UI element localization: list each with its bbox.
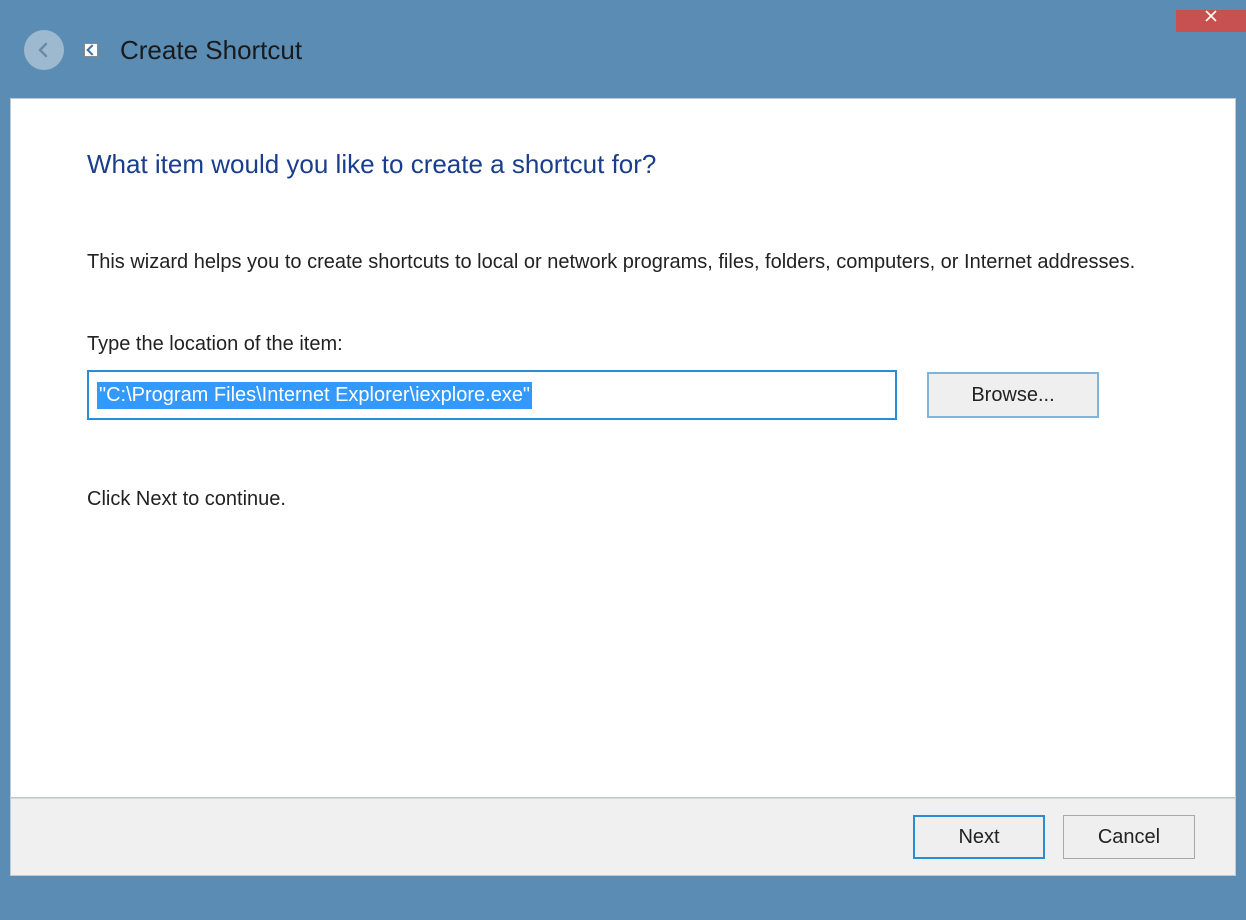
titlebar	[0, 0, 1246, 10]
wizard-description: This wizard helps you to create shortcut…	[87, 248, 1147, 277]
back-arrow-icon	[34, 40, 54, 60]
location-input[interactable]: "C:\Program Files\Internet Explorer\iexp…	[87, 370, 897, 420]
location-input-text: "C:\Program Files\Internet Explorer\iexp…	[97, 382, 532, 409]
continue-hint: Click Next to continue.	[87, 488, 1163, 511]
close-icon	[1204, 9, 1218, 23]
wizard-footer: Next Cancel	[10, 798, 1236, 876]
next-button[interactable]: Next	[913, 815, 1045, 859]
page-heading: What item would you like to create a sho…	[87, 149, 1163, 180]
window-title: Create Shortcut	[120, 35, 302, 66]
location-label: Type the location of the item:	[87, 333, 1163, 356]
cancel-button[interactable]: Cancel	[1063, 815, 1195, 859]
location-row: "C:\Program Files\Internet Explorer\iexp…	[87, 370, 1163, 420]
back-button	[24, 30, 64, 70]
shortcut-icon	[84, 43, 98, 57]
content-panel: What item would you like to create a sho…	[10, 98, 1236, 798]
wizard-header: Create Shortcut	[0, 10, 1246, 98]
browse-button[interactable]: Browse...	[927, 372, 1099, 418]
